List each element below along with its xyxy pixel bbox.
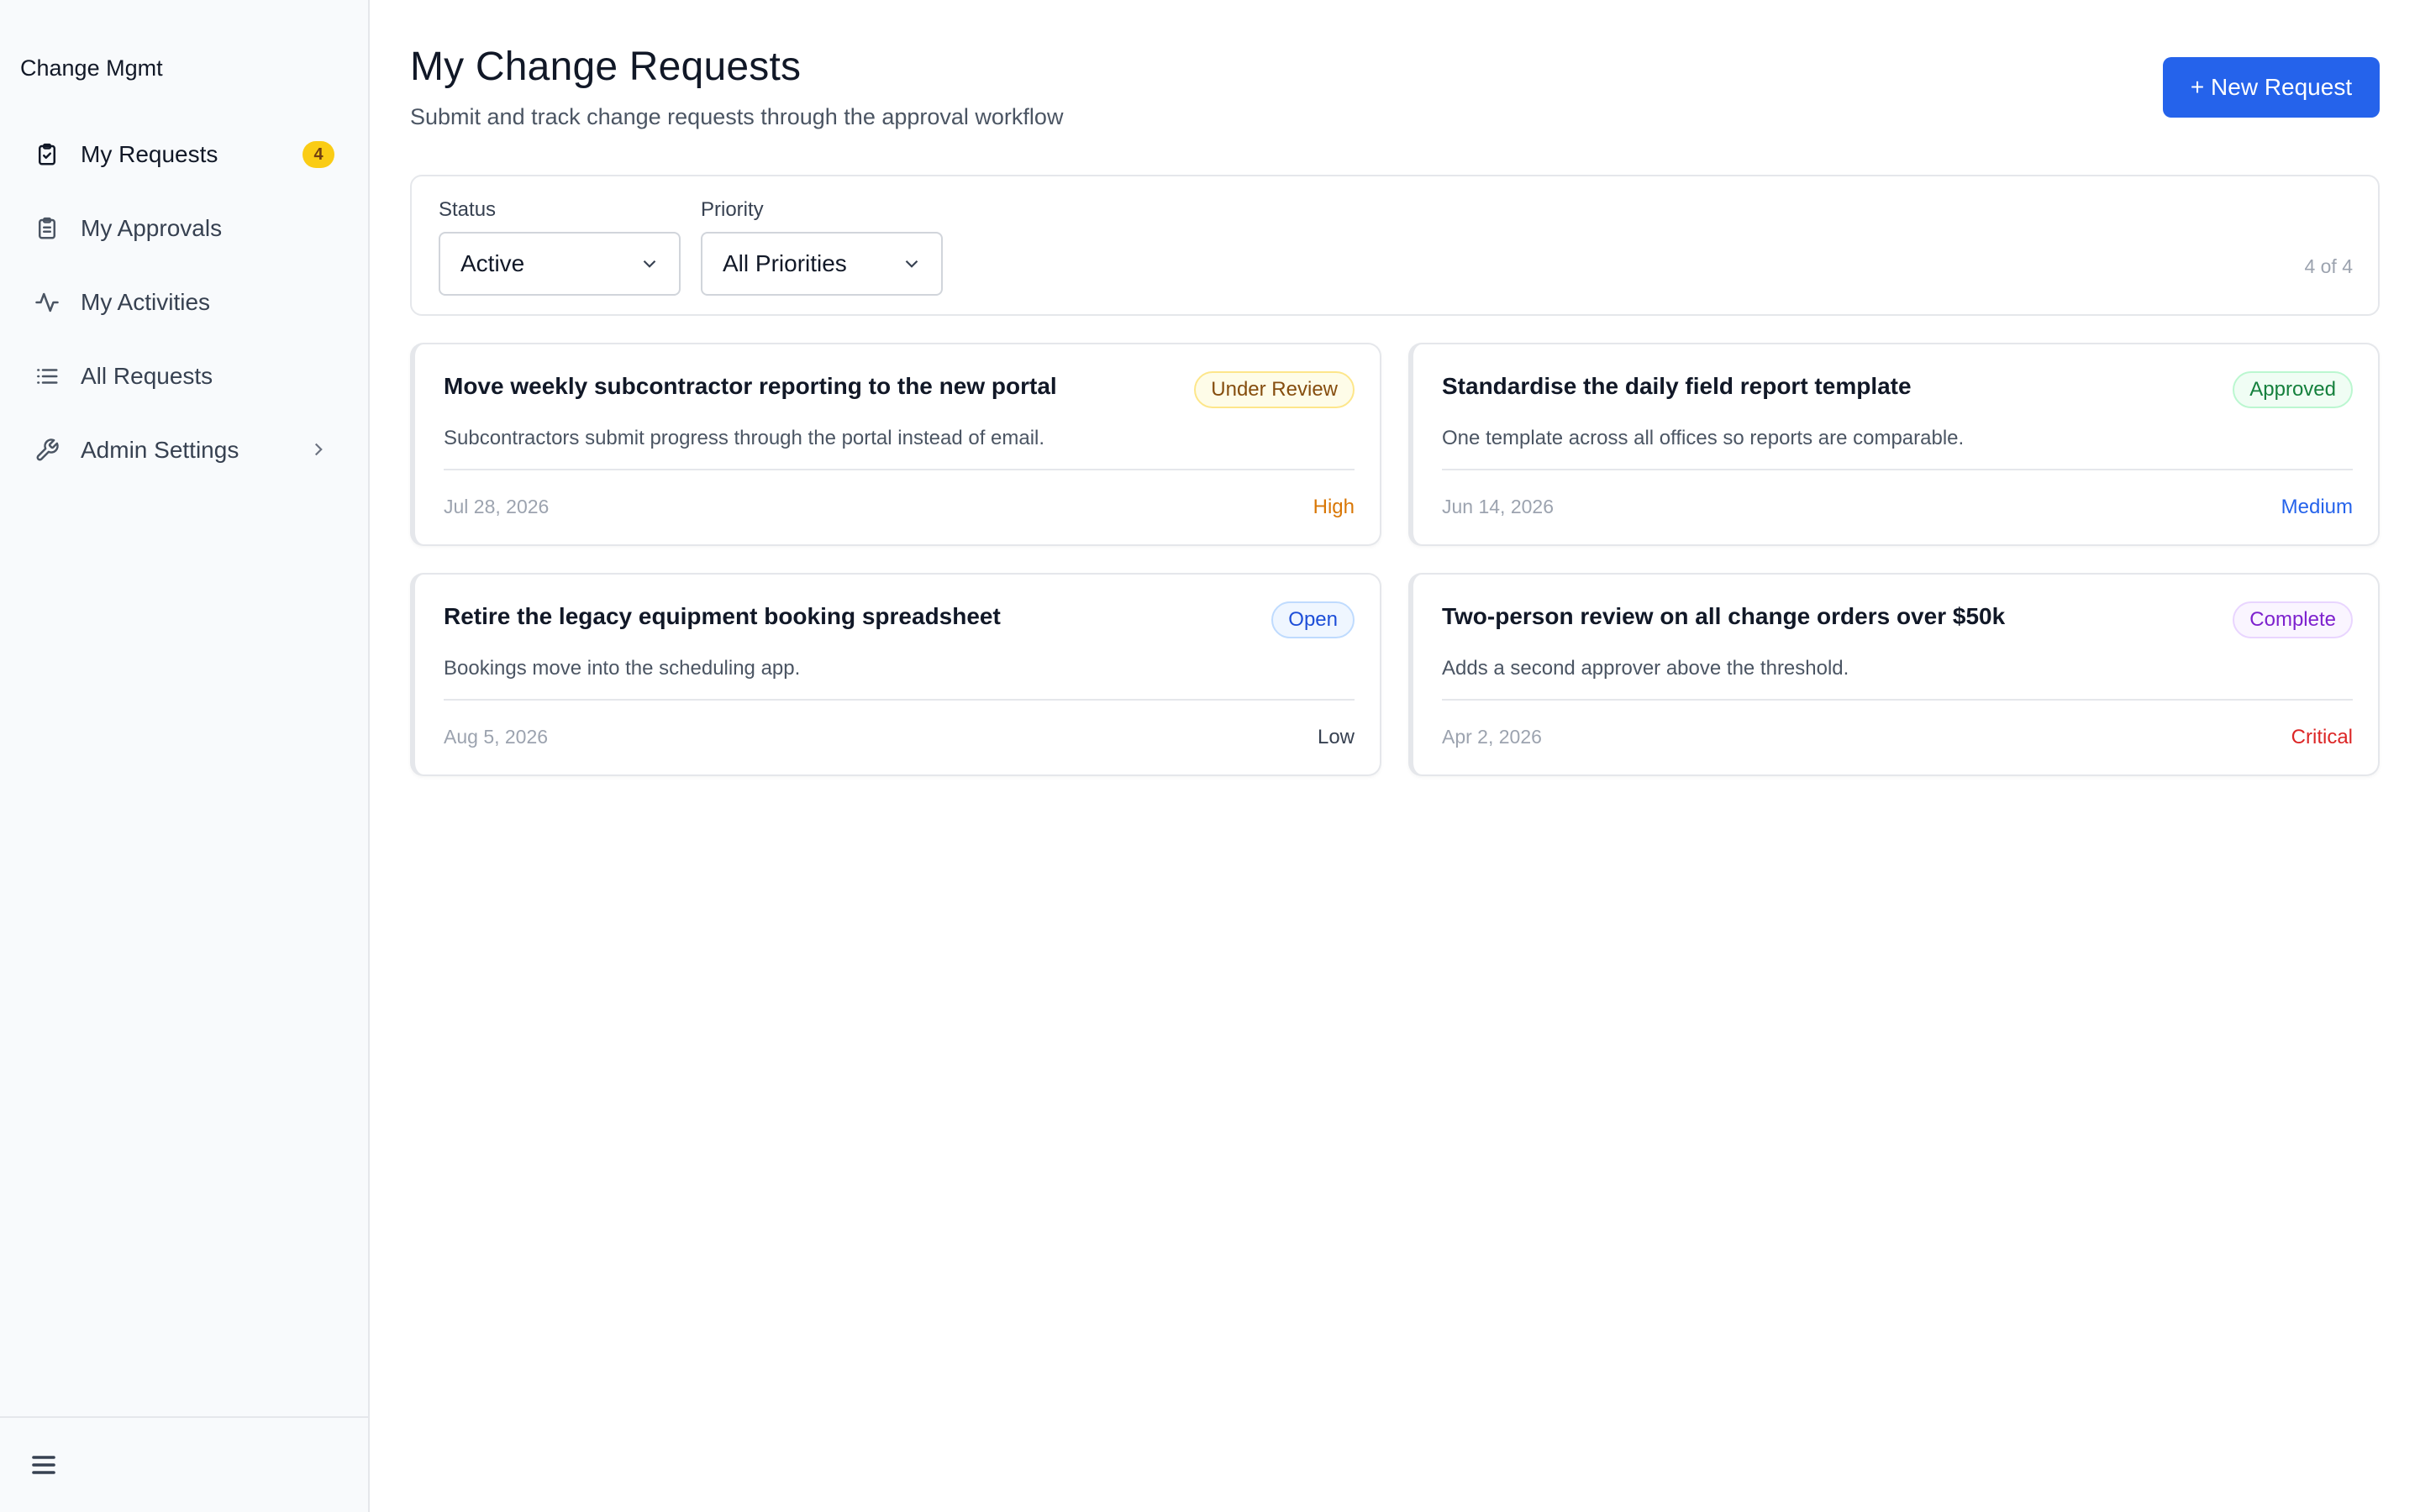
- clipboard-check-icon: [34, 141, 60, 168]
- status-badge: Under Review: [1194, 371, 1355, 408]
- sidebar-item-my-approvals[interactable]: My Approvals: [20, 198, 343, 259]
- status-badge: Approved: [2233, 371, 2353, 408]
- sidebar-item-label: Admin Settings: [81, 437, 239, 463]
- page-title: My Change Requests: [410, 45, 802, 89]
- request-description: Adds a second approver above the thresho…: [1442, 657, 1849, 680]
- menu-icon[interactable]: [29, 1450, 59, 1480]
- priority-label: Medium: [2281, 496, 2353, 518]
- request-date: Jun 14, 2026: [1442, 496, 1555, 517]
- request-card[interactable]: Retire the legacy equipment booking spre…: [410, 573, 1381, 776]
- priority-select[interactable]: All Priorities: [701, 232, 943, 296]
- priority-label: High: [1313, 496, 1355, 518]
- request-title: Move weekly subcontractor reporting to t…: [444, 373, 1057, 399]
- status-badge: Complete: [2233, 601, 2353, 638]
- request-date: Aug 5, 2026: [444, 726, 549, 748]
- status-select[interactable]: Active: [439, 232, 681, 296]
- activity-icon: [34, 289, 60, 316]
- request-title: Retire the legacy equipment booking spre…: [444, 603, 1001, 629]
- sidebar-item-admin-settings[interactable]: Admin Settings: [20, 420, 343, 480]
- sidebar-item-label: My Activities: [81, 289, 211, 315]
- request-card[interactable]: Standardise the daily field report templ…: [1408, 343, 2380, 546]
- requests-count-badge: 4: [302, 141, 334, 168]
- filter-panel: Status Active Priority All Priorities 4 …: [410, 175, 2380, 316]
- sidebar-item-all-requests[interactable]: All Requests: [20, 346, 343, 407]
- sidebar-item-label: All Requests: [81, 363, 213, 389]
- sidebar-item-label: My Approvals: [81, 215, 223, 241]
- status-filter-label: Status: [439, 198, 497, 221]
- card-divider: [1442, 469, 2353, 470]
- priority-filter-label: Priority: [701, 198, 764, 221]
- page-subtitle: Submit and track change requests through…: [410, 104, 1064, 129]
- card-divider: [444, 469, 1355, 470]
- request-description: Bookings move into the scheduling app.: [444, 657, 801, 680]
- list-icon: [34, 363, 60, 390]
- request-card[interactable]: Two-person review on all change orders o…: [1408, 573, 2380, 776]
- sidebar-item-my-requests[interactable]: My Requests 4: [20, 124, 343, 185]
- chevron-down-icon: [643, 260, 656, 268]
- sidebar-footer: [0, 1416, 370, 1512]
- clipboard-list-icon: [34, 215, 60, 242]
- status-filter: Status Active: [439, 198, 681, 296]
- request-description: Subcontractors submit progress through t…: [444, 427, 1045, 449]
- request-description: One template across all offices so repor…: [1442, 427, 1965, 449]
- request-card[interactable]: Move weekly subcontractor reporting to t…: [410, 343, 1381, 546]
- status-select-value: Active: [460, 250, 525, 276]
- request-date: Jul 28, 2026: [444, 496, 550, 517]
- request-title: Two-person review on all change orders o…: [1442, 603, 2006, 629]
- results-count: 4 of 4: [2304, 255, 2353, 277]
- chevron-down-icon: [905, 260, 918, 268]
- card-divider: [1442, 699, 2353, 701]
- sidebar-item-my-activities[interactable]: My Activities: [20, 272, 343, 333]
- chevron-right-icon: [308, 438, 329, 460]
- sidebar-item-label: My Requests: [81, 141, 218, 167]
- new-request-button[interactable]: + New Request: [2163, 57, 2380, 118]
- priority-select-value: All Priorities: [723, 250, 847, 276]
- priority-filter: Priority All Priorities: [701, 198, 943, 296]
- priority-label: Low: [1317, 726, 1355, 748]
- wrench-icon: [34, 437, 60, 464]
- priority-label: Critical: [2291, 726, 2353, 748]
- status-badge: Open: [1271, 601, 1355, 638]
- app-brand: Change Mgmt: [20, 55, 163, 81]
- sidebar: Change Mgmt My Requests 4 My Approvals M…: [0, 0, 370, 1512]
- card-divider: [444, 699, 1355, 701]
- request-title: Standardise the daily field report templ…: [1442, 373, 1912, 399]
- request-date: Apr 2, 2026: [1442, 726, 1542, 748]
